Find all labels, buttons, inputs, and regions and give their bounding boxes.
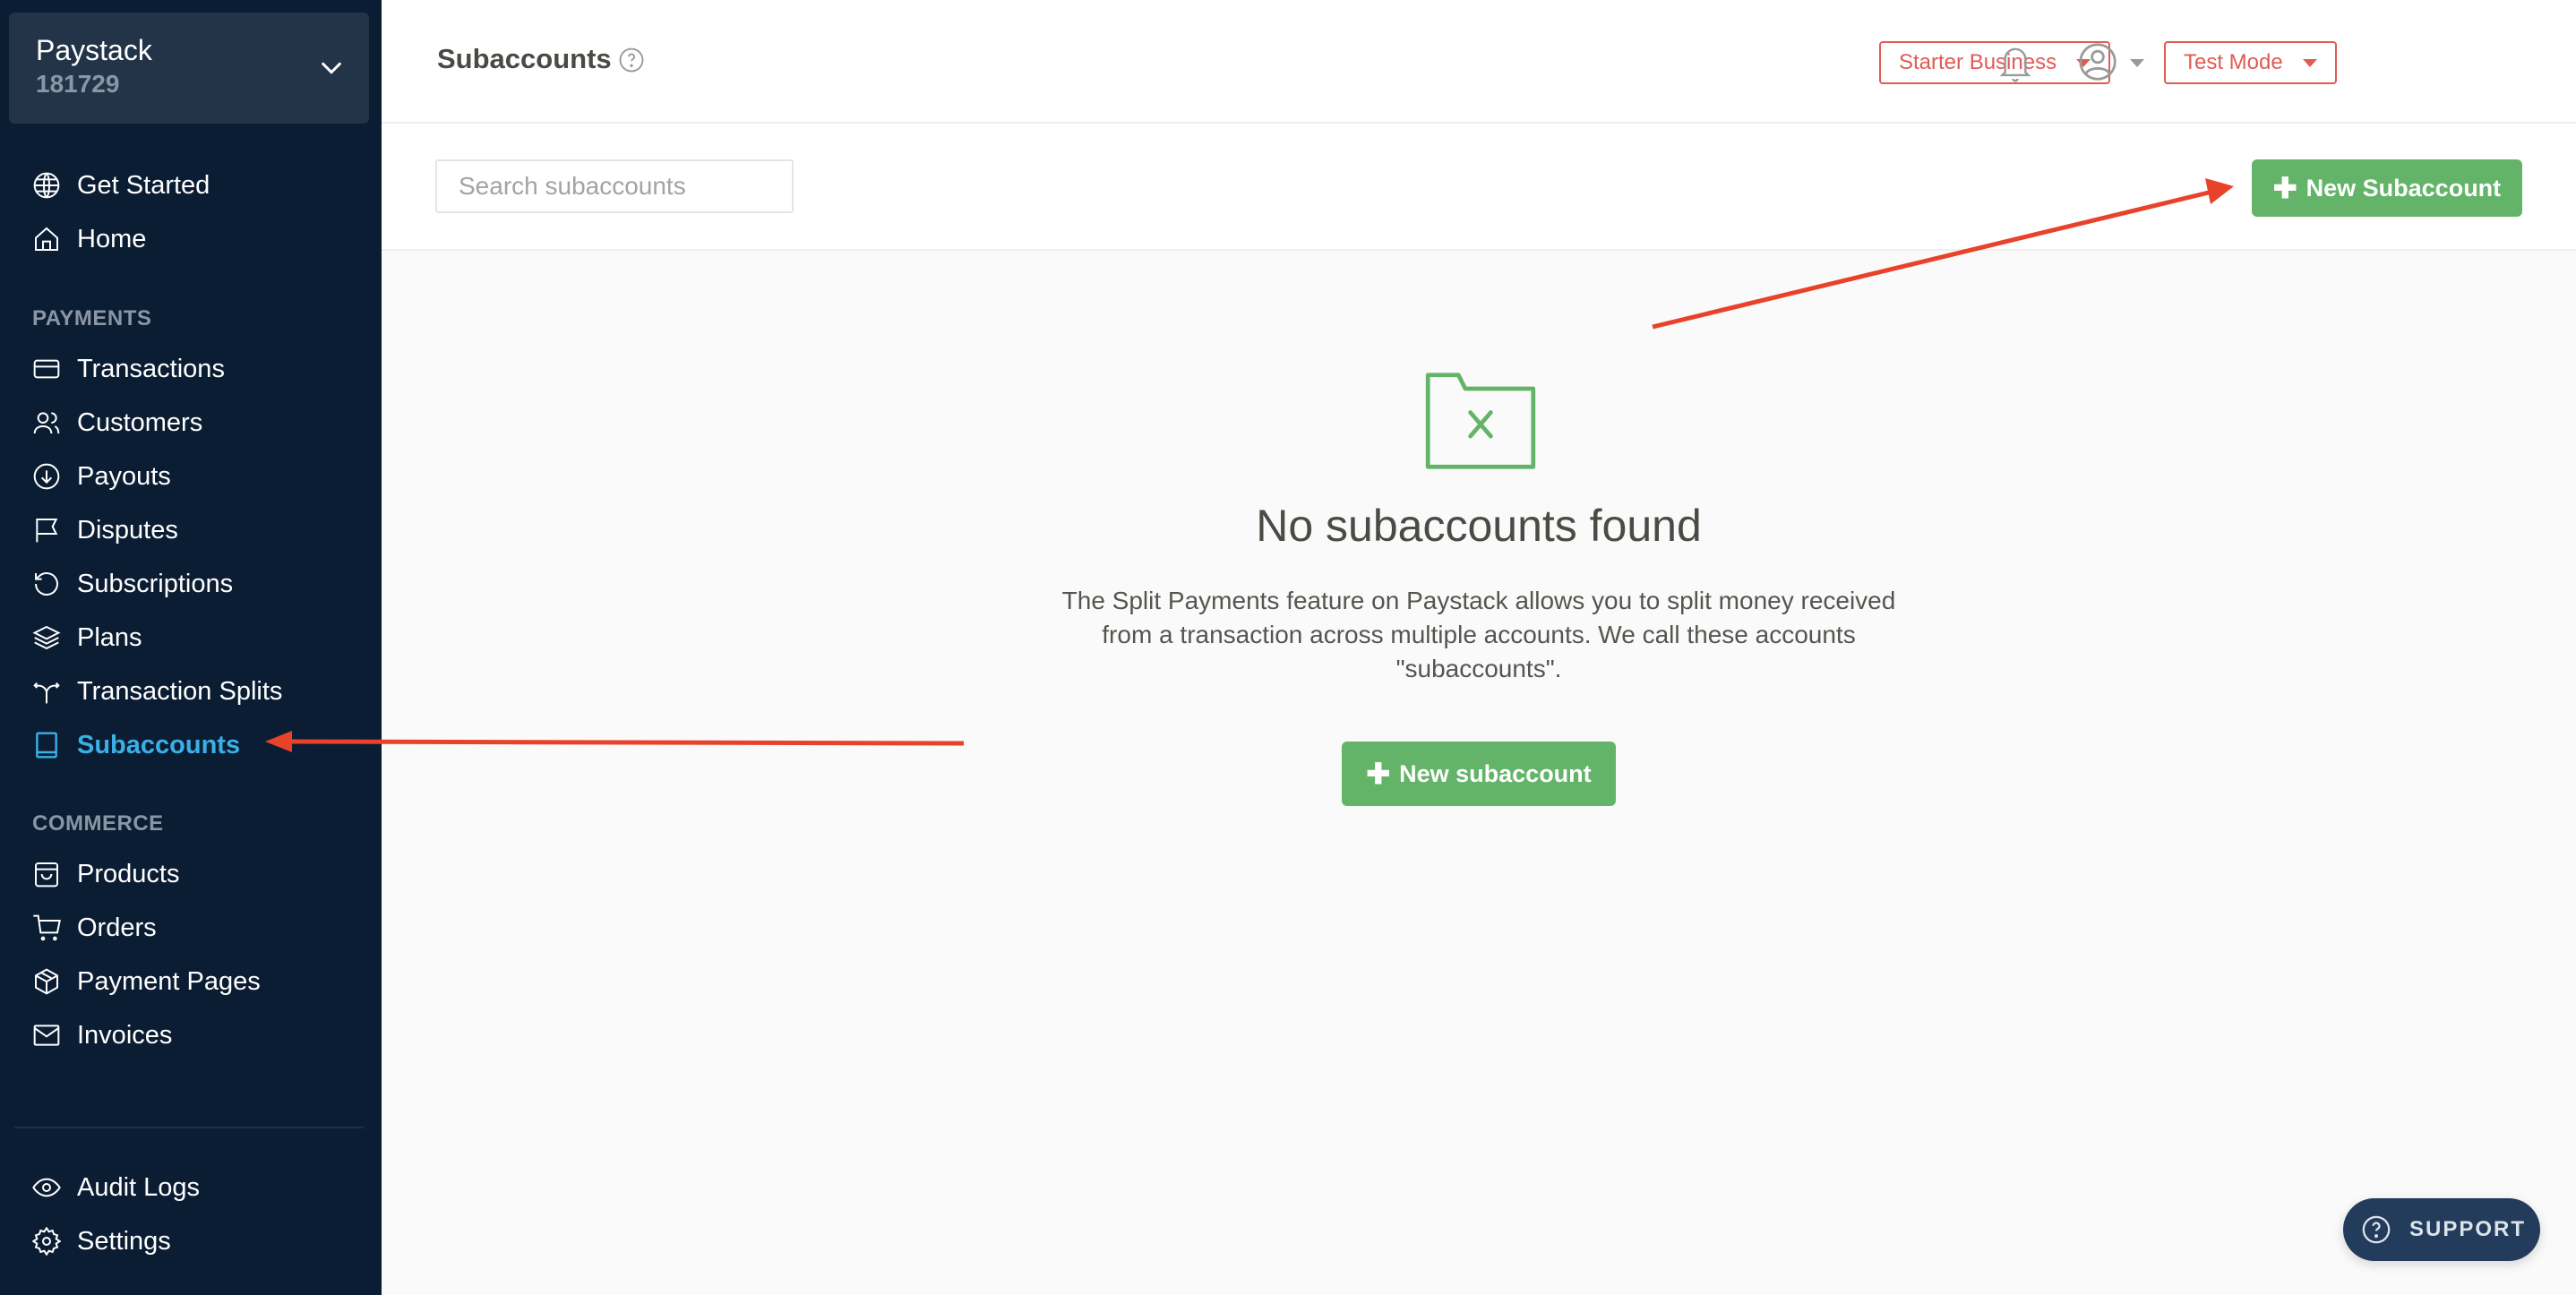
sidebar-item-label: Customers — [77, 407, 203, 437]
sidebar-item-label: Orders — [77, 913, 157, 942]
sidebar-item-invoices[interactable]: Invoices — [32, 1013, 172, 1058]
sidebar-item-label: Products — [77, 859, 180, 888]
help-icon — [2362, 1215, 2391, 1244]
users-icon — [33, 412, 60, 434]
avatar-icon[interactable] — [2078, 41, 2117, 82]
book-icon — [36, 732, 57, 759]
gear-icon — [32, 1227, 61, 1256]
sidebar-item-label: Payment Pages — [77, 966, 261, 996]
sidebar-item-label: Subscriptions — [77, 569, 234, 598]
section-label-commerce: COMMERCE — [32, 811, 164, 836]
sidebar-item-label: Plans — [77, 622, 142, 652]
credit-card-icon — [33, 359, 60, 379]
business-id: 181729 — [36, 70, 120, 98]
sidebar-item-products[interactable]: Products — [32, 852, 179, 896]
toolbar: ✚ New Subaccount — [382, 124, 2576, 251]
sidebar-item-subaccounts[interactable]: Subaccounts — [32, 723, 240, 768]
sidebar-item-label: Home — [77, 224, 147, 253]
sidebar-item-disputes[interactable]: Disputes — [32, 508, 178, 553]
flag-icon — [36, 519, 58, 543]
sidebar-item-transactions[interactable]: Transactions — [32, 347, 225, 391]
business-name: Paystack — [36, 34, 152, 66]
eye-icon — [32, 1178, 61, 1197]
sidebar-item-payouts[interactable]: Payouts — [32, 454, 171, 499]
cart-icon — [33, 914, 61, 941]
empty-state-description: The Split Payments feature on Paystack a… — [1061, 587, 1896, 682]
sidebar-item-label: Get Started — [77, 170, 210, 200]
chevron-down-icon — [322, 62, 341, 74]
sidebar-item-get-started[interactable]: Get Started — [32, 163, 210, 208]
split-icon — [33, 682, 60, 704]
sidebar-item-customers[interactable]: Customers — [32, 400, 202, 445]
sidebar-item-transaction-splits[interactable]: Transaction Splits — [32, 669, 282, 714]
mode-dropdown-label: Test Mode — [2184, 50, 2283, 74]
plus-icon: ✚ — [2272, 172, 2297, 204]
plus-icon: ✚ — [1366, 758, 1391, 790]
sidebar-item-label: Transactions — [77, 354, 225, 383]
mail-icon — [33, 1025, 60, 1046]
support-label: SUPPORT — [2409, 1217, 2527, 1241]
shopping-bag-icon — [35, 862, 58, 888]
sidebar: Paystack 181729 Get Started Home PAYMENT… — [0, 0, 382, 1295]
empty-folder-icon — [1425, 373, 1536, 469]
page-title: Subaccounts — [437, 43, 612, 74]
sidebar-item-label: Payouts — [77, 461, 171, 491]
new-subaccount-empty-label: New subaccount — [1399, 759, 1592, 787]
help-icon[interactable] — [618, 47, 645, 73]
sidebar-item-label: Subaccounts — [77, 730, 241, 759]
sidebar-item-settings[interactable]: Settings — [32, 1219, 171, 1264]
box-icon — [35, 968, 58, 995]
sidebar-item-label: Transaction Splits — [77, 676, 283, 706]
layers-icon — [32, 625, 61, 650]
refresh-icon — [35, 572, 58, 596]
sidebar-item-label: Settings — [77, 1226, 171, 1256]
section-label-payments: PAYMENTS — [32, 306, 152, 330]
plan-dropdown[interactable]: Starter Business — [1879, 41, 2111, 84]
new-subaccount-empty-button[interactable]: ✚ New subaccount — [1342, 742, 1616, 806]
sidebar-item-plans[interactable]: Plans — [32, 615, 142, 660]
bell-icon[interactable] — [1997, 45, 2033, 82]
sidebar-item-orders[interactable]: Orders — [32, 905, 157, 950]
empty-state: No subaccounts found The Split Payments … — [382, 251, 2576, 1295]
arrow-down-circle-icon — [33, 463, 60, 490]
caret-down-icon[interactable] — [2130, 59, 2144, 67]
new-subaccount-button[interactable]: ✚ New Subaccount — [2252, 159, 2522, 217]
sidebar-item-home[interactable]: Home — [32, 217, 146, 262]
sidebar-item-label: Audit Logs — [77, 1172, 201, 1202]
caret-down-icon — [2302, 58, 2317, 67]
mode-dropdown[interactable]: Test Mode — [2164, 41, 2337, 84]
empty-state-title: No subaccounts found — [1256, 501, 1702, 551]
sidebar-divider — [14, 1127, 364, 1128]
sidebar-item-payment-pages[interactable]: Payment Pages — [32, 959, 261, 1004]
home-icon — [35, 227, 58, 251]
business-switcher[interactable]: Paystack 181729 — [9, 13, 369, 124]
support-button[interactable]: SUPPORT — [2343, 1198, 2540, 1261]
sidebar-item-audit-logs[interactable]: Audit Logs — [32, 1165, 200, 1210]
search-input[interactable] — [435, 159, 794, 213]
new-subaccount-label: New Subaccount — [2306, 174, 2502, 202]
globe-icon — [33, 172, 60, 199]
top-header: Subaccounts Starter Business Test Mode — [382, 0, 2576, 124]
sidebar-item-label: Disputes — [77, 515, 178, 545]
sidebar-item-subscriptions[interactable]: Subscriptions — [32, 562, 233, 606]
sidebar-item-label: Invoices — [77, 1020, 173, 1050]
